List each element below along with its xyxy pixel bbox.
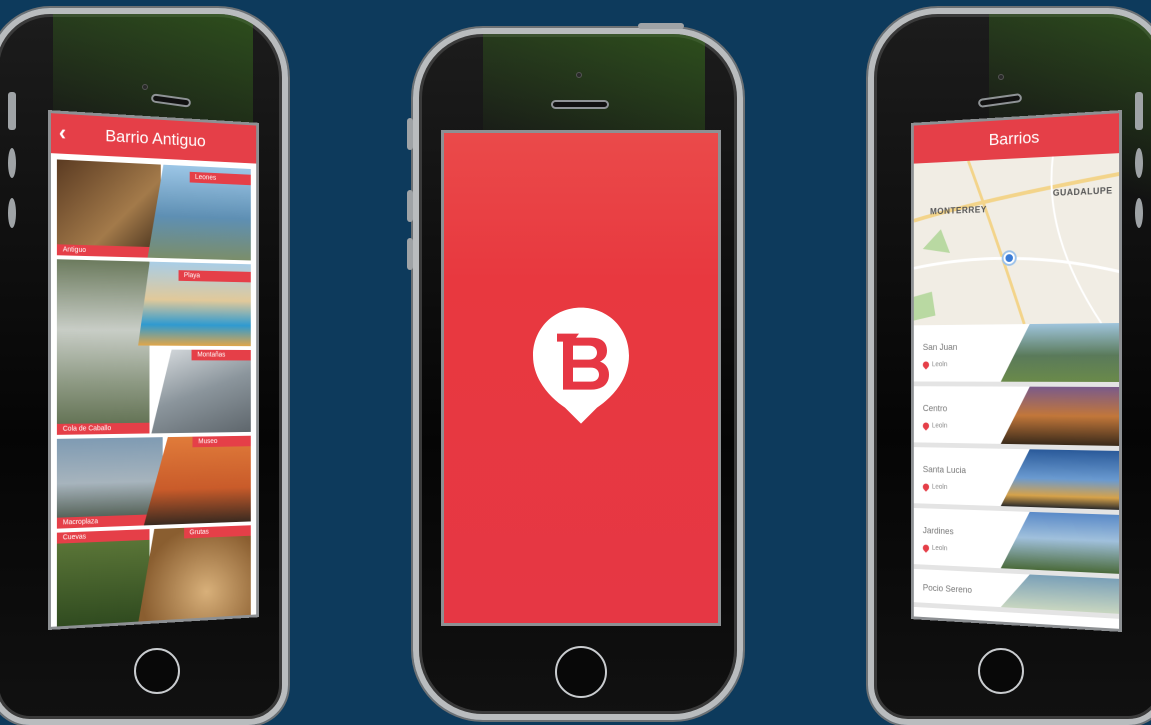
item-name: Centro (922, 403, 948, 414)
barrios-screen: Barrios MONTERREY GUADALUPE San Juan Leo… (911, 110, 1122, 632)
item-location: Leoln (931, 422, 948, 430)
item-location: Leoln (931, 544, 948, 553)
phone-center (413, 28, 743, 720)
item-name: Santa Lucia (922, 464, 967, 476)
item-photo (1001, 323, 1119, 382)
item-photo (1001, 573, 1119, 614)
tile-label: Montañas (192, 350, 251, 361)
map-roads (913, 153, 1122, 325)
item-location: Leoln (931, 361, 948, 369)
phone-right: Barrios MONTERREY GUADALUPE San Juan Leo… (868, 8, 1151, 725)
earpiece-speaker (551, 100, 609, 109)
tile-label: Cuevas (56, 529, 150, 544)
list-item[interactable]: Jardines Leoln (913, 507, 1120, 579)
volume-down-button (1135, 198, 1143, 228)
map-pin-icon (921, 360, 931, 370)
tile-grutas[interactable]: Grutas (138, 525, 251, 623)
tile-montanas[interactable]: Montañas (151, 350, 250, 434)
front-camera (998, 74, 1004, 80)
list-item[interactable]: Centro Leoln (913, 386, 1120, 451)
tile-cuevas[interactable]: Cuevas (56, 529, 150, 629)
tile-label: Grutas (184, 525, 251, 538)
item-name: San Juan (922, 342, 958, 352)
volume-down-button (8, 198, 16, 228)
gallery-screen: ‹ Barrio Antiguo Antiguo Leones Cola de … (48, 110, 259, 630)
tile-leones[interactable]: Leones (148, 164, 251, 261)
splash-screen (441, 130, 721, 626)
tile-label: Leones (190, 172, 251, 185)
earpiece-speaker (150, 93, 192, 108)
item-location: Leoln (931, 483, 948, 491)
volume-down-button (407, 238, 413, 270)
phone-left: ‹ Barrio Antiguo Antiguo Leones Cola de … (0, 8, 288, 725)
tile-playa[interactable]: Playa (138, 261, 251, 346)
tile-label: Museo (193, 436, 251, 448)
map-pin-icon (921, 421, 931, 431)
power-button (638, 23, 684, 29)
list-item[interactable]: Santa Lucia Leoln (913, 447, 1120, 515)
side-button (8, 92, 16, 130)
item-photo (1001, 511, 1119, 574)
tile-label: Antiguo (56, 244, 161, 259)
volume-up-button (1135, 148, 1143, 178)
volume-up-button (407, 190, 413, 222)
tile-label: Playa (178, 270, 251, 282)
item-name: Jardines (922, 525, 954, 537)
volume-up-button (8, 148, 16, 178)
map-pin-icon (921, 543, 931, 553)
item-photo (1001, 387, 1119, 446)
item-photo (1001, 449, 1119, 510)
chevron-left-icon[interactable]: ‹ (59, 120, 66, 146)
home-button[interactable] (555, 646, 607, 698)
front-camera (576, 72, 582, 78)
map-view[interactable]: MONTERREY GUADALUPE (913, 153, 1122, 326)
home-button[interactable] (978, 648, 1024, 694)
item-name: Pocio Sereno (922, 582, 973, 595)
gallery-grid: Antiguo Leones Cola de Caballo Playa Mon… (51, 153, 256, 630)
front-camera (142, 84, 148, 90)
tile-cola-de-caballo[interactable]: Cola de Caballo (56, 259, 150, 435)
side-button (1135, 92, 1143, 130)
tile-label: Cola de Caballo (56, 422, 150, 435)
tile-antiguo[interactable]: Antiguo (56, 159, 161, 259)
header-title: Barrios (988, 127, 1040, 150)
app-logo-icon (529, 304, 633, 428)
home-button[interactable] (134, 648, 180, 694)
mute-switch (407, 118, 413, 150)
list-item[interactable]: San Juan Leoln (913, 323, 1120, 387)
earpiece-speaker (977, 92, 1023, 109)
header-title: Barrio Antiguo (105, 126, 206, 151)
map-pin-icon (921, 482, 931, 492)
